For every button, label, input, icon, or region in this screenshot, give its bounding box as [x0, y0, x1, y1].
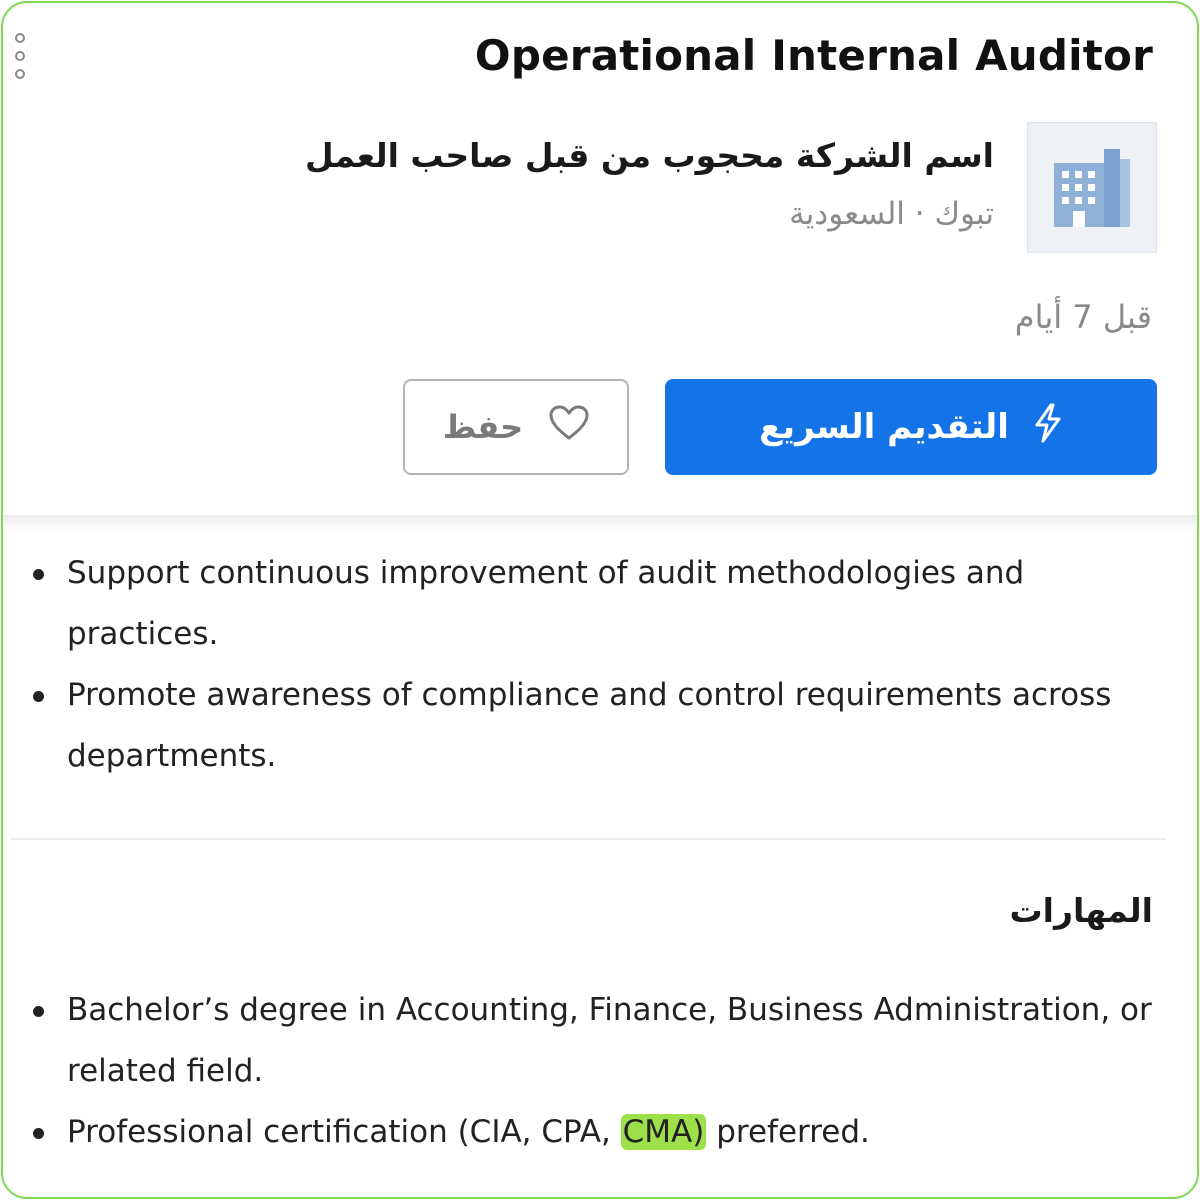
quick-apply-button[interactable]: التقديم السريع: [665, 379, 1157, 475]
quick-apply-label: التقديم السريع: [759, 407, 1009, 447]
responsibilities-list: Support continuous improvement of audit …: [27, 543, 1157, 787]
sticky-header-shadow: [3, 515, 1197, 531]
job-detail-panel: Operational Internal Auditor اسم الشركة …: [1, 1, 1199, 1199]
highlighted-text: CMA): [620, 1114, 707, 1150]
list-item: Bachelor’s degree in Accounting, Finance…: [27, 980, 1167, 1102]
certification-suffix: preferred.: [706, 1114, 870, 1150]
save-label: حفظ: [442, 408, 524, 446]
job-title: Operational Internal Auditor: [474, 31, 1153, 80]
menu-dot: [15, 33, 25, 43]
list-item: Support continuous improvement of audit …: [27, 543, 1157, 665]
kebab-menu-icon[interactable]: [13, 33, 27, 79]
list-item: Professional certification (CIA, CPA, CM…: [27, 1102, 1167, 1163]
heart-icon: [549, 405, 589, 449]
company-logo: [1027, 122, 1157, 253]
posted-date: قبل 7 أيام: [1014, 298, 1152, 336]
job-location: تبوك · السعودية: [789, 196, 994, 232]
lightning-icon: [1033, 403, 1063, 452]
company-name: اسم الشركة محجوب من قبل صاحب العمل: [304, 136, 994, 175]
building-icon: [1054, 148, 1130, 227]
skills-list: Bachelor’s degree in Accounting, Finance…: [27, 980, 1167, 1163]
section-divider: [11, 838, 1166, 840]
list-item: Promote awareness of compliance and cont…: [27, 665, 1157, 787]
menu-dot: [15, 69, 25, 79]
skills-heading: المهارات: [1009, 891, 1153, 930]
menu-dot: [15, 51, 25, 61]
certification-text: Professional certification (CIA, CPA,: [67, 1114, 621, 1150]
save-button[interactable]: حفظ: [403, 379, 629, 475]
